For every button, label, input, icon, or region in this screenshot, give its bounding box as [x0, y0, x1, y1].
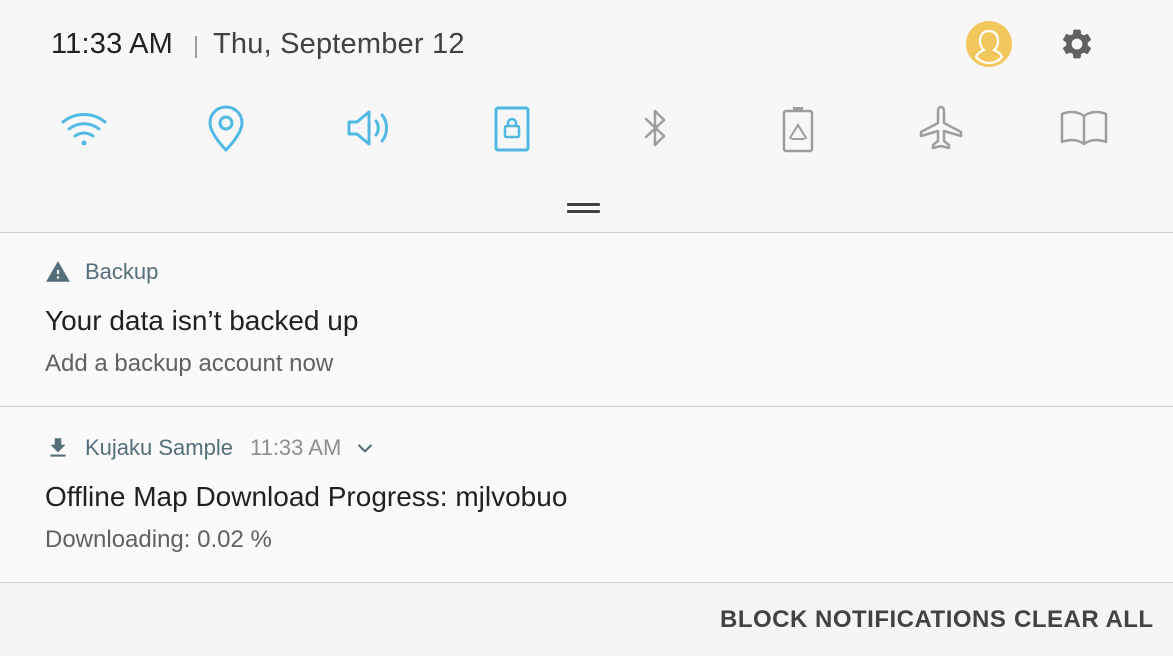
- notification-panel: 11:33 AM Thu, September 12 Backup Your d…: [0, 0, 1173, 656]
- chevron-down-icon[interactable]: [355, 438, 375, 458]
- notification-footer: BLOCK NOTIFICATIONS CLEAR ALL: [0, 584, 1173, 656]
- notification-text: Add a backup account now: [45, 350, 334, 377]
- clear-all-button[interactable]: CLEAR ALL: [1014, 606, 1154, 634]
- location-icon[interactable]: [198, 100, 254, 156]
- date: Thu, September 12: [213, 28, 465, 60]
- block-notifications-button[interactable]: BLOCK NOTIFICATIONS: [720, 606, 1006, 634]
- settings-gear-icon[interactable]: [1059, 26, 1095, 62]
- notification-backup[interactable]: Backup Your data isn’t backed up Add a b…: [0, 233, 1173, 406]
- notification-title: Offline Map Download Progress: mjlvobuo: [45, 481, 568, 512]
- user-avatar-icon[interactable]: [966, 21, 1012, 67]
- quick-panel-header: 11:33 AM Thu, September 12: [0, 0, 1173, 232]
- sound-icon[interactable]: [341, 100, 397, 156]
- bluetooth-icon[interactable]: [627, 100, 683, 156]
- download-icon: [45, 435, 71, 461]
- notification-app-header: Kujaku Sample 11:33 AM: [45, 435, 375, 461]
- clock: 11:33 AM: [51, 28, 173, 60]
- notification-app-name: Backup: [85, 259, 159, 284]
- notification-app-header: Backup: [45, 259, 158, 285]
- notification-kujaku-download[interactable]: Kujaku Sample 11:33 AM Offline Map Downl…: [0, 407, 1173, 582]
- notification-text: Downloading: 0.02 %: [45, 526, 272, 553]
- notification-app-name: Kujaku Sample: [85, 435, 233, 460]
- divider: [0, 582, 1173, 583]
- warning-icon: [45, 259, 71, 285]
- wifi-icon[interactable]: [56, 100, 112, 156]
- quick-settings-row: [0, 100, 1173, 160]
- screen-lock-icon[interactable]: [484, 100, 540, 156]
- reading-mode-icon[interactable]: [1056, 100, 1112, 156]
- airplane-mode-icon[interactable]: [913, 100, 969, 156]
- header-separator: [195, 36, 197, 58]
- notification-time: 11:33 AM: [249, 435, 342, 460]
- panel-drag-handle[interactable]: [567, 203, 600, 213]
- power-saving-icon[interactable]: [770, 100, 826, 156]
- notification-title: Your data isn’t backed up: [45, 305, 359, 336]
